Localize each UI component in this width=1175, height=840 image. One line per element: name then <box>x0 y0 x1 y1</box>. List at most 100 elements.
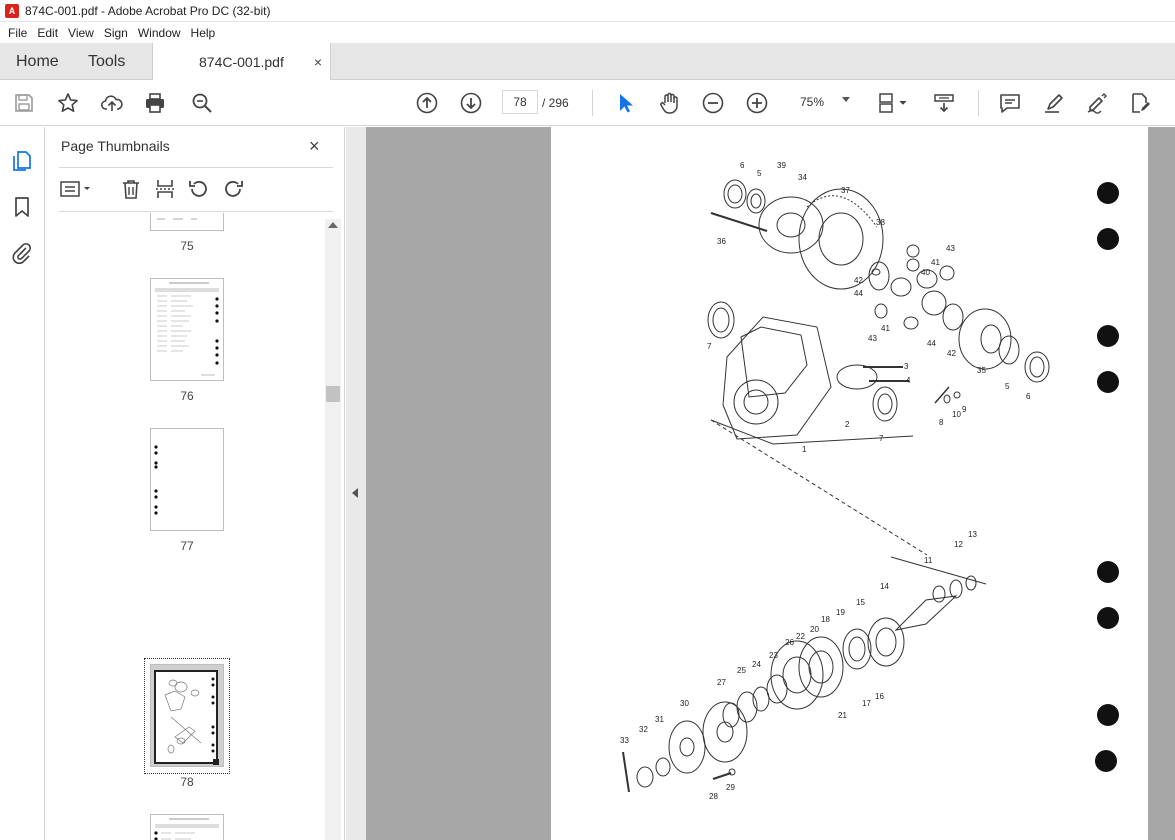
svg-text:5: 5 <box>757 169 762 178</box>
attachment-icon[interactable] <box>10 241 34 265</box>
svg-text:40: 40 <box>921 268 930 277</box>
svg-text:37: 37 <box>841 186 850 195</box>
zoom-in-icon[interactable] <box>745 91 769 115</box>
panel-close-icon[interactable]: × <box>309 136 320 157</box>
tab-document-label: 874C-001.pdf <box>199 54 284 70</box>
zoom-select[interactable]: 75% <box>790 90 856 114</box>
thumbnails-panel: Page Thumbnails × 75 76 77 78 <box>45 127 345 840</box>
print-icon[interactable] <box>143 91 167 115</box>
svg-text:39: 39 <box>777 161 786 170</box>
thumbnail-page-77[interactable] <box>150 428 224 531</box>
svg-text:42: 42 <box>854 276 863 285</box>
menu-sign[interactable]: Sign <box>100 26 132 40</box>
svg-text:29: 29 <box>726 783 735 792</box>
thumbnail-page-79[interactable] <box>150 814 224 840</box>
svg-text:23: 23 <box>769 651 778 660</box>
svg-text:6: 6 <box>740 161 745 170</box>
thumbnail-scrollbar[interactable] <box>325 219 341 840</box>
menu-help[interactable]: Help <box>187 26 220 40</box>
title-bar: A 874C-001.pdf - Adobe Acrobat Pro DC (3… <box>0 0 1175 22</box>
menu-edit[interactable]: Edit <box>33 26 62 40</box>
svg-text:18: 18 <box>821 615 830 624</box>
svg-text:44: 44 <box>854 289 863 298</box>
menu-view[interactable]: View <box>64 26 98 40</box>
svg-text:5: 5 <box>1005 382 1010 391</box>
scrollbar-thumb[interactable] <box>326 386 340 402</box>
svg-text:28: 28 <box>709 792 718 801</box>
page-number-input[interactable]: 78 <box>502 90 538 114</box>
menu-file[interactable]: File <box>4 26 31 40</box>
svg-text:9: 9 <box>962 405 967 414</box>
svg-text:17: 17 <box>862 699 871 708</box>
menu-bar: File Edit View Sign Window Help <box>0 22 1175 43</box>
svg-text:32: 32 <box>639 725 648 734</box>
svg-text:31: 31 <box>655 715 664 724</box>
svg-text:11: 11 <box>924 556 933 565</box>
svg-text:35: 35 <box>977 366 986 375</box>
sign-icon[interactable] <box>1085 91 1109 115</box>
hand-icon[interactable] <box>657 91 681 115</box>
svg-text:6: 6 <box>1026 392 1031 401</box>
pdf-page: 6 5 39 34 37 38 36 43 41 40 42 44 7 3 4 … <box>551 127 1148 840</box>
document-viewport-margin <box>1148 127 1175 840</box>
thumbnail-page-76[interactable] <box>150 278 224 381</box>
svg-text:38: 38 <box>876 218 885 227</box>
collapse-panel-icon[interactable] <box>352 488 358 498</box>
page-thumbnails-icon[interactable] <box>10 149 34 173</box>
thumbnail-options-icon[interactable] <box>59 177 95 201</box>
panel-divider <box>59 167 333 168</box>
highlight-icon[interactable] <box>1042 91 1066 115</box>
zoom-value: 75% <box>800 95 825 109</box>
svg-text:25: 25 <box>737 666 746 675</box>
star-icon[interactable] <box>56 91 80 115</box>
svg-text:22: 22 <box>796 632 805 641</box>
chevron-down-icon <box>842 97 850 102</box>
bookmark-icon[interactable] <box>10 195 34 219</box>
left-rail <box>0 127 45 840</box>
svg-text:15: 15 <box>856 598 865 607</box>
panel-divider <box>59 211 333 212</box>
tab-tools[interactable]: Tools <box>88 43 125 80</box>
thumbnail-page-75[interactable] <box>150 213 224 231</box>
window-title: 874C-001.pdf - Adobe Acrobat Pro DC (32-… <box>25 3 271 18</box>
thumbnail-label: 75 <box>180 239 194 253</box>
scroll-up-icon[interactable] <box>328 222 338 228</box>
svg-text:2: 2 <box>845 420 850 429</box>
svg-text:43: 43 <box>868 334 877 343</box>
svg-text:27: 27 <box>717 678 726 687</box>
svg-text:42: 42 <box>947 349 956 358</box>
thumbnail-page-78[interactable] <box>150 664 224 767</box>
zoom-search-icon[interactable] <box>190 91 214 115</box>
save-icon[interactable] <box>12 91 36 115</box>
svg-text:4: 4 <box>906 376 911 385</box>
edit-pdf-icon[interactable] <box>1128 91 1152 115</box>
page-down-icon[interactable] <box>459 91 483 115</box>
panel-splitter[interactable] <box>346 127 366 840</box>
svg-text:8: 8 <box>939 418 944 427</box>
comment-icon[interactable] <box>998 91 1022 115</box>
select-arrow-icon[interactable] <box>613 91 637 115</box>
svg-text:12: 12 <box>954 540 963 549</box>
fit-page-icon[interactable] <box>876 91 912 115</box>
extract-page-icon[interactable] <box>153 177 177 201</box>
svg-text:14: 14 <box>880 582 889 591</box>
delete-page-icon[interactable] <box>119 177 143 201</box>
rotate-right-icon[interactable] <box>221 177 245 201</box>
page-up-icon[interactable] <box>415 91 439 115</box>
svg-text:13: 13 <box>968 530 977 539</box>
upload-icon[interactable] <box>100 91 124 115</box>
menu-window[interactable]: Window <box>134 26 185 40</box>
tab-close-icon[interactable]: × <box>314 54 322 70</box>
svg-text:7: 7 <box>707 342 712 351</box>
thumbnail-label: 78 <box>180 775 194 789</box>
scroll-mode-icon[interactable] <box>932 91 956 115</box>
svg-text:3: 3 <box>904 362 909 371</box>
svg-text:20: 20 <box>810 625 819 634</box>
toolbar-divider <box>978 90 979 116</box>
rotate-left-icon[interactable] <box>187 177 211 201</box>
tab-document[interactable]: 874C-001.pdf × <box>152 43 331 81</box>
zoom-out-icon[interactable] <box>701 91 725 115</box>
tab-home[interactable]: Home <box>16 43 59 80</box>
exploded-parts-diagram: 6 5 39 34 37 38 36 43 41 40 42 44 7 3 4 … <box>620 161 1119 801</box>
tab-bar: Home Tools 874C-001.pdf × <box>0 43 1175 81</box>
